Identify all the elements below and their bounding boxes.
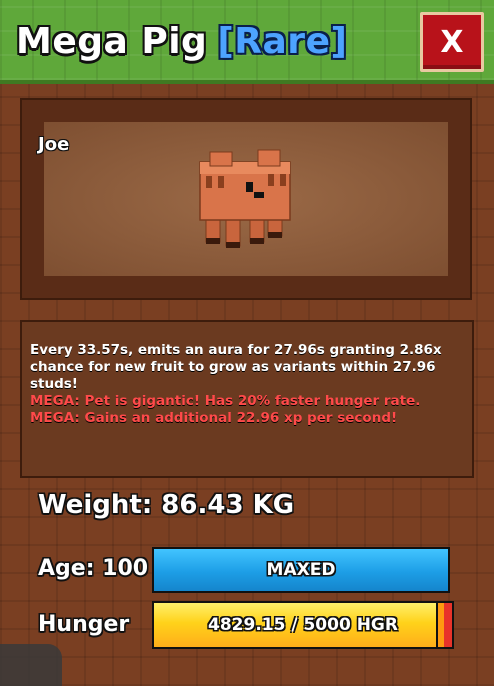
close-icon: X [440, 24, 464, 60]
hunger-bar: 4829.15 / 5000 HGR [152, 601, 454, 649]
hunger-label: Hunger [38, 612, 130, 637]
corner-overlay [0, 644, 62, 686]
hunger-bar-tail [444, 603, 452, 647]
pet-name: Mega Pig [16, 20, 208, 62]
age-label: Age: 100 [38, 556, 149, 581]
age-bar-text: MAXED [266, 560, 336, 580]
rarity-badge: [Rare] [217, 20, 348, 62]
mega-line-2: MEGA: Gains an additional 22.96 xp per s… [30, 410, 398, 426]
weight-stat: Weight: 86.43 KG [38, 490, 295, 520]
close-button[interactable]: X [420, 12, 484, 72]
mega-line-1: MEGA: Pet is gigantic! Has 20% faster hu… [30, 393, 421, 409]
hunger-bar-text: 4829.15 / 5000 HGR [208, 615, 398, 635]
header-bar: Mega Pig [Rare] X [0, 0, 494, 84]
pig-model-icon [199, 149, 291, 248]
pet-title: Mega Pig [Rare] [16, 16, 347, 66]
ability-description: Every 33.57s, emits an aura for 27.96s g… [30, 342, 460, 427]
pet-owner-name: Joe [38, 134, 70, 155]
age-bar: MAXED [152, 547, 450, 593]
ability-text: Every 33.57s, emits an aura for 27.96s g… [30, 342, 442, 392]
